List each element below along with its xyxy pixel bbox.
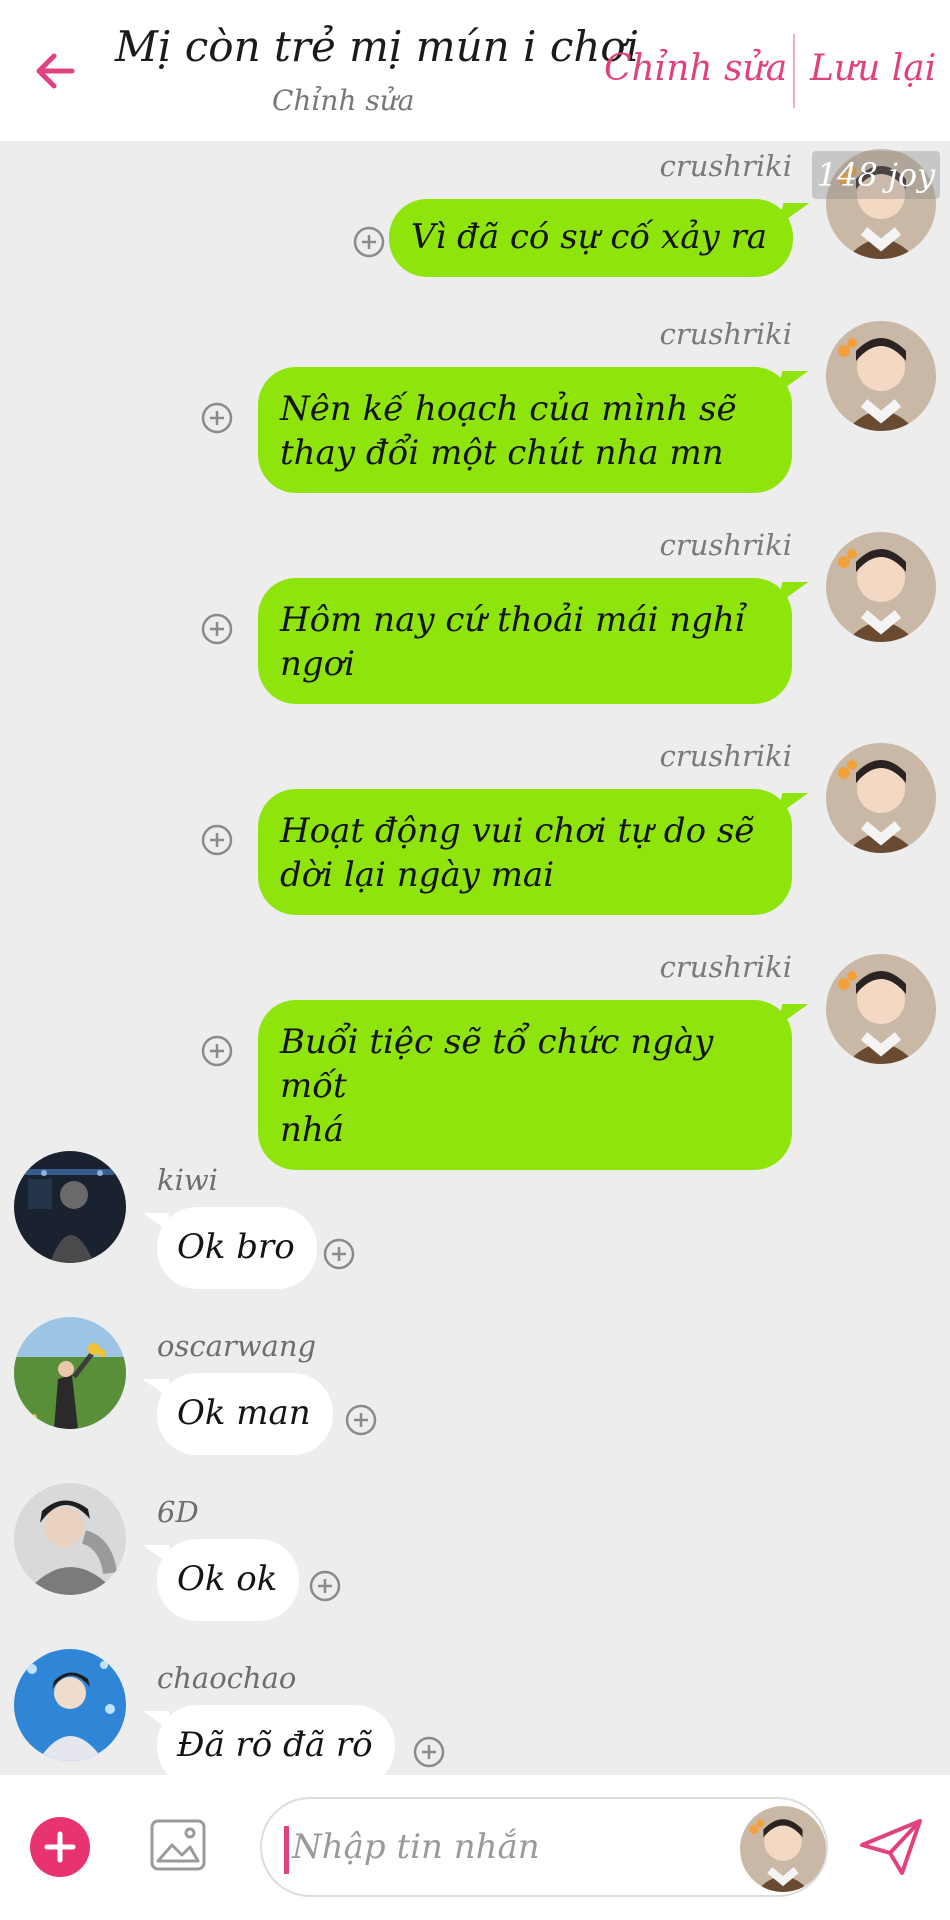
add-reaction-button[interactable] bbox=[200, 612, 234, 646]
edit-button[interactable]: Chỉnh sửa bbox=[604, 48, 787, 89]
avatar-image bbox=[826, 321, 936, 431]
add-reaction-button[interactable] bbox=[322, 1237, 356, 1271]
avatar[interactable] bbox=[14, 1483, 126, 1595]
back-button[interactable] bbox=[30, 46, 80, 96]
chat-header: Mị còn trẻ mị mún i chơi Chỉnh sửa Chỉnh… bbox=[0, 0, 950, 141]
sender-name: crushriki bbox=[659, 950, 792, 984]
message-text-line: nhá bbox=[280, 1110, 345, 1150]
message-text-line: Hoạt động vui chơi tự do sẽ bbox=[280, 811, 755, 851]
add-circle-icon bbox=[201, 402, 233, 434]
avatar[interactable] bbox=[826, 532, 936, 642]
message-bubble[interactable]: Ok man bbox=[157, 1373, 333, 1455]
add-circle-icon bbox=[201, 1035, 233, 1067]
message-bubble[interactable]: Nên kế hoạch của mình sẽ thay đổi một ch… bbox=[258, 367, 792, 493]
text-cursor bbox=[284, 1826, 289, 1874]
avatar-image bbox=[826, 532, 936, 642]
plus-icon bbox=[44, 1831, 76, 1863]
sender-name: kiwi bbox=[157, 1163, 218, 1197]
avatar-image bbox=[826, 954, 936, 1064]
add-circle-icon bbox=[201, 824, 233, 856]
message-text-line: thay đổi một chút nha mn bbox=[280, 433, 724, 473]
message-bubble[interactable]: Ok bro bbox=[157, 1207, 317, 1289]
send-icon bbox=[860, 1819, 922, 1875]
message-input[interactable]: Nhập tin nhắn bbox=[260, 1797, 828, 1897]
avatar-image bbox=[826, 743, 936, 853]
chat-title: Mị còn trẻ mị mún i chơi bbox=[115, 22, 640, 71]
message-bubble[interactable]: Hoạt động vui chơi tự do sẽ dời lại ngày… bbox=[258, 789, 792, 915]
message-bubble[interactable]: Ok ok bbox=[157, 1539, 300, 1621]
message-text-line: Hôm nay cứ thoải mái nghỉ bbox=[280, 600, 746, 640]
avatar-image bbox=[740, 1806, 826, 1892]
message-text-line: Nên kế hoạch của mình sẽ bbox=[280, 389, 737, 429]
avatar[interactable] bbox=[826, 321, 936, 431]
sender-name: 6D bbox=[157, 1495, 199, 1529]
sender-name: crushriki bbox=[659, 528, 792, 562]
avatar-image bbox=[14, 1483, 126, 1595]
add-reaction-button[interactable] bbox=[200, 1034, 234, 1068]
sender-name: crushriki bbox=[659, 149, 792, 183]
add-circle-icon bbox=[413, 1736, 445, 1768]
avatar-image bbox=[14, 1317, 126, 1429]
chat-subtitle: Chỉnh sửa bbox=[272, 84, 415, 117]
avatar-image bbox=[14, 1151, 126, 1263]
character-avatar[interactable] bbox=[740, 1806, 826, 1892]
message-text: Vì đã có sự cố xảy ra bbox=[410, 217, 767, 257]
add-circle-icon bbox=[345, 1404, 377, 1436]
message-bubble[interactable]: Đã rõ đã rõ bbox=[157, 1705, 395, 1775]
avatar[interactable] bbox=[826, 954, 936, 1064]
avatar[interactable] bbox=[14, 1317, 126, 1429]
add-reaction-button[interactable] bbox=[308, 1569, 342, 1603]
avatar[interactable] bbox=[14, 1151, 126, 1263]
sender-name: crushriki bbox=[659, 317, 792, 351]
add-circle-icon bbox=[323, 1238, 355, 1270]
message-input-placeholder: Nhập tin nhắn bbox=[292, 1827, 540, 1867]
avatar[interactable] bbox=[14, 1649, 126, 1761]
avatar[interactable] bbox=[826, 743, 936, 853]
add-reaction-button[interactable] bbox=[344, 1403, 378, 1437]
header-divider bbox=[793, 34, 795, 108]
message-bubble[interactable]: Vì đã có sự cố xảy ra bbox=[388, 199, 793, 277]
sender-name: oscarwang bbox=[157, 1329, 317, 1363]
image-button[interactable] bbox=[148, 1815, 208, 1875]
save-button[interactable]: Lưu lại bbox=[810, 48, 936, 89]
image-icon bbox=[150, 1819, 206, 1871]
composer-bar: Nhập tin nhắn bbox=[0, 1775, 950, 1920]
message-text: Ok ok bbox=[177, 1559, 278, 1599]
sender-name: chaochao bbox=[157, 1661, 297, 1695]
message-text-line: Buổi tiệc sẽ tổ chức ngày mốt bbox=[280, 1022, 714, 1106]
add-reaction-button[interactable] bbox=[200, 823, 234, 857]
message-bubble[interactable]: Buổi tiệc sẽ tổ chức ngày mốt nhá bbox=[258, 1000, 792, 1170]
sender-name: crushriki bbox=[659, 739, 792, 773]
send-button[interactable] bbox=[858, 1815, 924, 1879]
add-reaction-button[interactable] bbox=[352, 225, 386, 259]
message-bubble[interactable]: Hôm nay cứ thoải mái nghỉ ngơi bbox=[258, 578, 792, 704]
add-reaction-button[interactable] bbox=[200, 401, 234, 435]
counter-badge: 148 joy bbox=[812, 151, 940, 199]
avatar-image bbox=[14, 1649, 126, 1761]
plus-button[interactable] bbox=[30, 1817, 90, 1877]
message-text-line: dời lại ngày mai bbox=[280, 855, 555, 895]
message-text: Đã rõ đã rõ bbox=[177, 1725, 373, 1765]
add-circle-icon bbox=[201, 613, 233, 645]
add-circle-icon bbox=[309, 1570, 341, 1602]
message-text: Ok bro bbox=[177, 1227, 295, 1267]
chat-area[interactable]: crushriki Vì đã có sự cố xảy ra 148 joy … bbox=[0, 141, 950, 1775]
message-text-line: ngơi bbox=[280, 644, 356, 684]
add-circle-icon bbox=[353, 226, 385, 258]
back-arrow-icon bbox=[36, 53, 75, 89]
add-reaction-button[interactable] bbox=[412, 1735, 446, 1769]
message-text: Ok man bbox=[177, 1393, 311, 1433]
